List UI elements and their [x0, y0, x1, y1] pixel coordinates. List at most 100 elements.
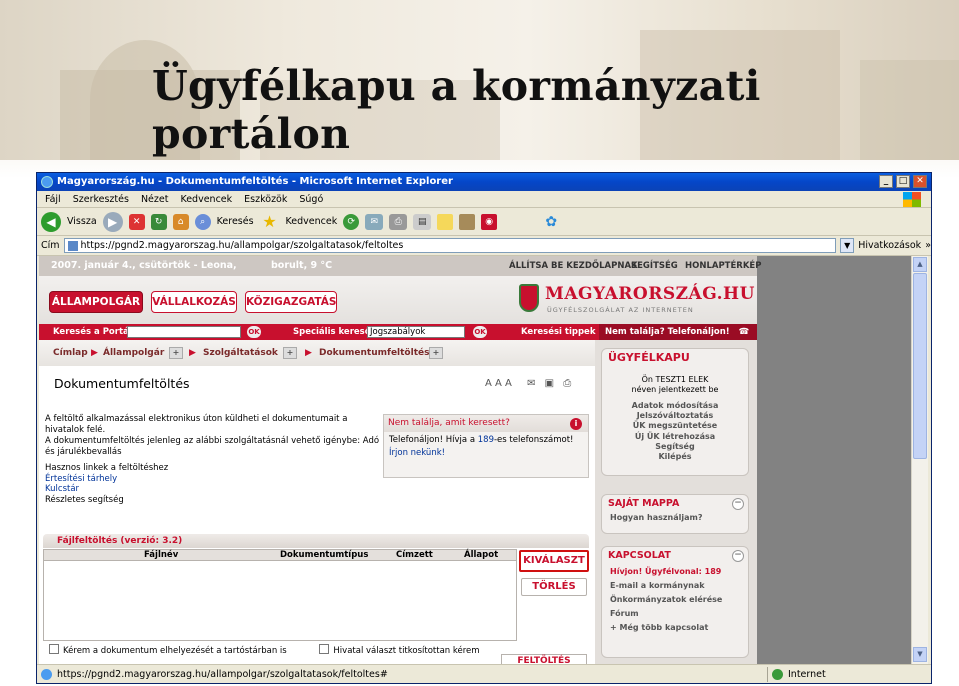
menu-kilepes[interactable]: Kilépés [602, 452, 748, 462]
breadcrumb-current[interactable]: Dokumentumfeltöltés [319, 347, 429, 360]
upload-file-list[interactable] [43, 561, 517, 641]
minimize-button[interactable]: _ [879, 175, 893, 188]
coat-of-arms-icon [519, 284, 539, 312]
favorites-button[interactable]: Kedvencek [286, 216, 338, 227]
window-title: Magyarország.hu - Dokumentumfeltöltés - … [57, 176, 453, 187]
detailed-help-link[interactable]: Részletes segítség [45, 495, 168, 506]
special-search-select[interactable]: Jogszabályok [367, 326, 465, 338]
address-input[interactable]: https://pgnd2.magyarorszag.hu/allampolga… [63, 238, 837, 253]
breadcrumb-allampolgar[interactable]: Állampolgár [103, 347, 164, 360]
tab-kozigazgatas[interactable]: KÖZIGAZGATÁS [245, 291, 337, 313]
edit-icon[interactable]: ▤ [413, 213, 432, 230]
menu-adatok-modositasa[interactable]: Adatok módosítása [602, 401, 748, 411]
search-tips-link[interactable]: Keresési tippek [521, 324, 595, 340]
globe-icon [772, 669, 783, 680]
write-us-link[interactable]: Írjon nekünk! [389, 448, 583, 459]
help-link[interactable]: SEGÍTSÉG [631, 256, 678, 276]
email-icon[interactable]: ✉ [527, 378, 535, 389]
print-icon[interactable]: ⎙ [563, 378, 571, 389]
collapse-icon[interactable]: − [732, 498, 744, 510]
mappa-help-link[interactable]: Hogyan használjam? [602, 513, 748, 522]
note-icon[interactable] [437, 213, 454, 230]
back-button[interactable]: Vissza [67, 216, 97, 227]
maximize-button[interactable]: □ [896, 175, 910, 188]
breadcrumb: Címlap ▶ Állampolgár + ▶ Szolgáltatások … [39, 340, 599, 366]
menu-jelszovaltoztatas[interactable]: Jelszóváltoztatás [602, 411, 748, 421]
delete-button[interactable]: TÖRLÉS [521, 578, 587, 596]
ie-logo-icon [41, 176, 53, 188]
history-icon[interactable]: ⟳ [343, 213, 360, 230]
menu-edit[interactable]: Szerkesztés [73, 194, 129, 205]
menu-tools[interactable]: Eszközök [244, 194, 287, 205]
bookmark-icon[interactable]: ▣ [545, 378, 554, 389]
email-gov-link[interactable]: E-mail a kormánynak [602, 579, 748, 593]
intro-text: A feltöltő alkalmazással elektronikus út… [45, 414, 381, 458]
search-button[interactable]: Keresés [217, 216, 254, 227]
tab-vallalkozas[interactable]: VÁLLALKOZÁS [151, 291, 237, 313]
special-search-ok[interactable]: OK [473, 326, 487, 338]
scroll-down-icon[interactable]: ▼ [913, 647, 927, 662]
refresh-icon[interactable]: ↻ [150, 213, 167, 230]
menu-file[interactable]: Fájl [45, 194, 61, 205]
address-dropdown-icon[interactable]: ▼ [840, 238, 855, 253]
sitemap-link[interactable]: HONLAPTÉRKÉP [685, 256, 761, 276]
collapse-icon[interactable]: − [732, 550, 744, 562]
address-label: Cím [41, 240, 60, 251]
help-box-header: Nem találja, amit keresett? i [384, 415, 588, 432]
ie-window: Magyarország.hu - Dokumentumfeltöltés - … [36, 172, 932, 684]
breadcrumb-arrow-icon: ▶ [91, 348, 98, 358]
portal-search-input[interactable] [127, 326, 241, 338]
mail-icon[interactable]: ✉ [365, 213, 384, 230]
forum-link[interactable]: Fórum [602, 607, 748, 621]
scroll-thumb[interactable] [913, 273, 927, 459]
intro-paragraph: A dokumentumfeltöltés jelenleg az alábbi… [45, 436, 380, 457]
archive-checkbox[interactable] [49, 644, 59, 654]
favorites-icon[interactable]: ★ [260, 212, 280, 232]
not-found-bar: Nem találja? Telefonáljon! ☎ 189 [599, 324, 757, 353]
print-icon[interactable]: ⎙ [389, 213, 408, 230]
select-file-button[interactable]: KIVÁLASZT [519, 550, 589, 572]
login-info: Ön TESZT1 ELEK néven jelentkezett be [602, 375, 748, 395]
link-ertesitesi-tarhely[interactable]: Értesítési tárhely [45, 474, 168, 485]
close-button[interactable]: ✕ [913, 175, 927, 188]
upload-button[interactable]: FELTÖLTÉS [501, 654, 587, 664]
font-size-control[interactable]: A A A [485, 378, 512, 389]
col-filename: Fájlnév [144, 550, 179, 560]
links-chevron-icon[interactable]: » [925, 240, 931, 251]
messenger-icon[interactable]: ◉ [481, 213, 498, 230]
help-text-before: Telefonáljon! Hívja a [389, 435, 478, 445]
page-icon [67, 241, 78, 251]
menu-segitseg[interactable]: Segítség [602, 442, 748, 452]
breadcrumb-home[interactable]: Címlap [53, 347, 88, 360]
link-kulcstar[interactable]: Kulcstár [45, 484, 168, 495]
forward-icon[interactable]: ▶ [102, 211, 123, 232]
vertical-scrollbar[interactable]: ▲ ▼ [911, 256, 928, 664]
intro-paragraph: A feltöltő alkalmazással elektronikus út… [45, 414, 348, 435]
more-contacts-link[interactable]: + Még több kapcsolat [602, 621, 748, 635]
breadcrumb-expand-icon[interactable]: + [429, 347, 443, 359]
home-icon[interactable]: ⌂ [172, 213, 189, 230]
stop-icon[interactable]: ✕ [128, 213, 145, 230]
menu-view[interactable]: Nézet [141, 194, 169, 205]
portal-search-ok[interactable]: OK [247, 326, 261, 338]
tab-allampolgar[interactable]: ÁLLAMPOLGÁR [49, 291, 143, 313]
search-icon[interactable]: ⌕ [194, 213, 211, 230]
research-icon[interactable] [459, 213, 476, 230]
breadcrumb-expand-icon[interactable]: + [169, 347, 183, 359]
menu-help[interactable]: Súgó [299, 194, 323, 205]
msn-icon[interactable]: ✿ [541, 212, 561, 232]
links-button[interactable]: Hivatkozások [858, 240, 921, 251]
homepage-link[interactable]: ÁLLÍTSA BE KEZDŐLAPNAK [509, 256, 638, 276]
scroll-up-icon[interactable]: ▲ [913, 257, 927, 272]
menu-favorites[interactable]: Kedvencek [180, 194, 232, 205]
kapcsolat-box: KAPCSOLAT − Hívjon! Ügyfélvonal: 189 E-m… [601, 546, 749, 658]
menu-uk-megszuntetese[interactable]: ÜK megszüntetése [602, 421, 748, 431]
municipalities-link[interactable]: Önkormányzatok elérése [602, 593, 748, 607]
back-icon[interactable]: ◀ [41, 211, 61, 232]
breadcrumb-expand-icon[interactable]: + [283, 347, 297, 359]
breadcrumb-szolgaltatasok[interactable]: Szolgáltatások [203, 347, 278, 360]
hotline-link[interactable]: Hívjon! Ügyfélvonal: 189 [602, 565, 748, 579]
encrypt-checkbox[interactable] [319, 644, 330, 654]
menu-uj-uk[interactable]: Új ÜK létrehozása [602, 432, 748, 442]
site-logo[interactable]: MAGYARORSZÁG.HU ÜGYFÉLSZOLGÁLAT AZ INTER… [517, 282, 754, 318]
